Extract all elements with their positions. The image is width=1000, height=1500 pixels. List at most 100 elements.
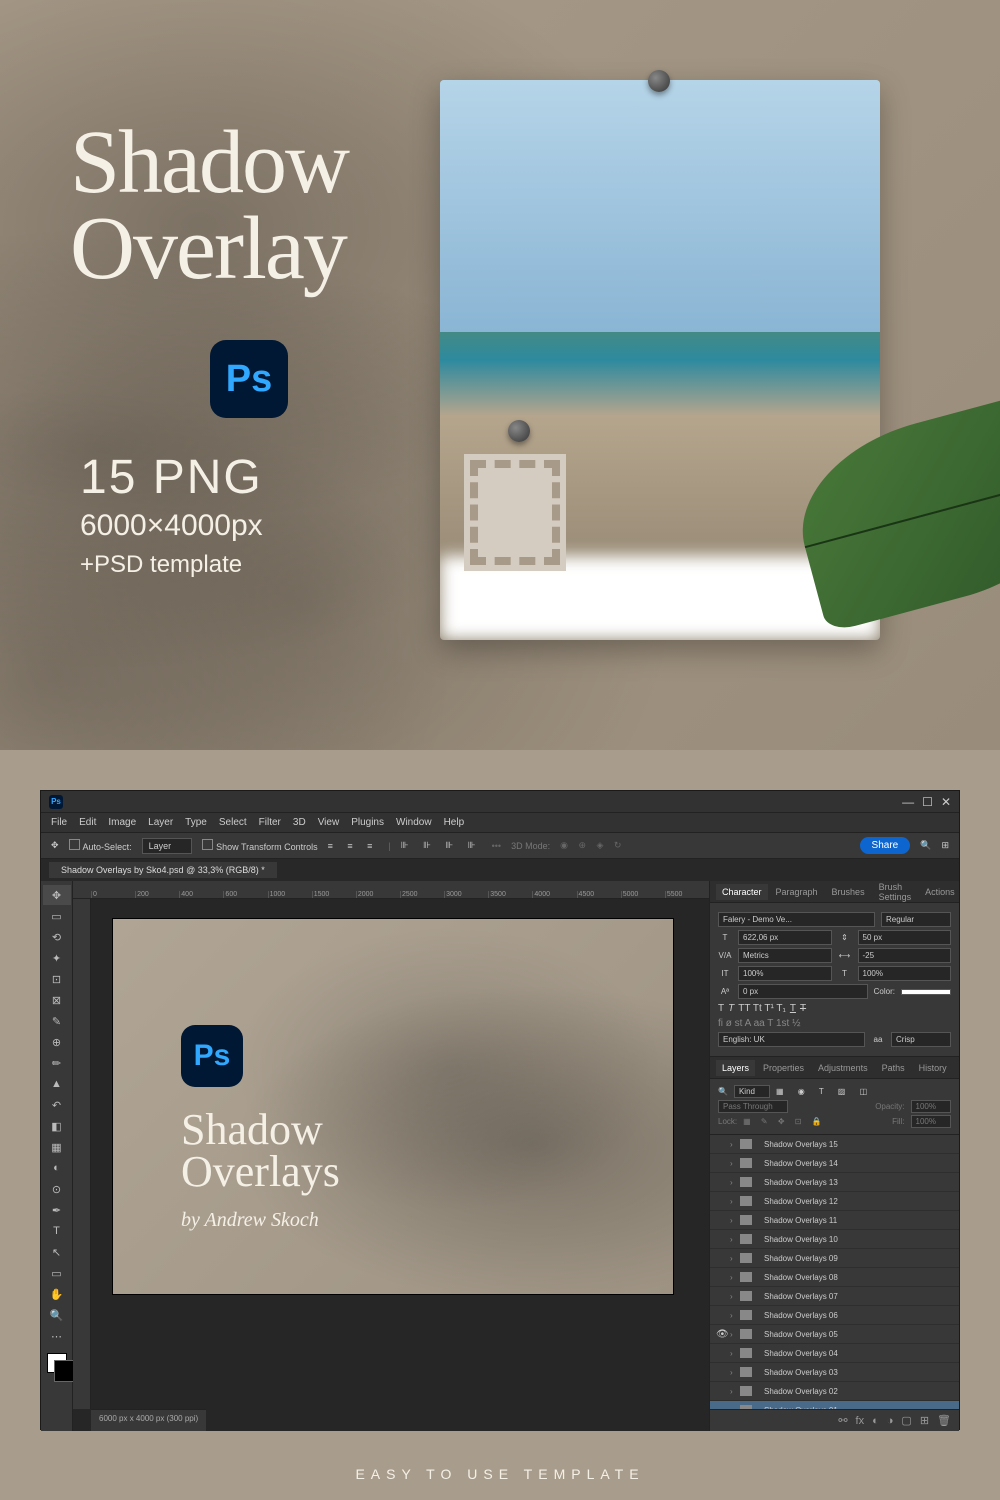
layer-row[interactable]: ›Shadow Overlays 01 bbox=[710, 1401, 959, 1409]
lang-dropdown[interactable]: English: UK bbox=[718, 1032, 865, 1047]
visibility-icon[interactable]: 👁 bbox=[716, 1329, 730, 1340]
share-button[interactable]: Share bbox=[860, 837, 911, 854]
close-button[interactable]: ✕ bbox=[941, 795, 951, 809]
panel-tab[interactable]: Brush Settings bbox=[873, 879, 918, 905]
align-icons[interactable]: ≡ ≡ ≡ bbox=[328, 841, 379, 851]
document-tab[interactable]: Shadow Overlays by Sko4.psd @ 33,3% (RGB… bbox=[49, 862, 277, 878]
font-style-dropdown[interactable]: Regular bbox=[881, 912, 951, 927]
panel-tab[interactable]: Character bbox=[716, 884, 768, 900]
new-layer-icon[interactable]: ⊞ bbox=[920, 1414, 929, 1427]
opentype-icons[interactable]: fi ø st A aa T 1st ½ bbox=[718, 1018, 951, 1029]
blur-tool[interactable]: ◐ bbox=[43, 1158, 71, 1178]
menu-view[interactable]: View bbox=[318, 817, 340, 828]
maximize-button[interactable]: ☐ bbox=[922, 795, 933, 809]
fill-field[interactable]: 100% bbox=[911, 1115, 951, 1128]
hand-tool[interactable]: ✋ bbox=[43, 1284, 71, 1304]
panel-tab[interactable]: Actions bbox=[919, 884, 961, 900]
panel-tab[interactable]: Paragraph bbox=[770, 884, 824, 900]
chevron-icon[interactable]: › bbox=[730, 1292, 740, 1301]
group-icon[interactable]: ▢ bbox=[901, 1414, 911, 1427]
chevron-icon[interactable]: › bbox=[730, 1178, 740, 1187]
distribute-icons[interactable]: ⊪ ⊪ ⊪ ⊪ bbox=[401, 840, 482, 851]
canvas[interactable]: Ps Shadow Overlays by Andrew Skoch bbox=[113, 919, 673, 1294]
wand-tool[interactable]: ✦ bbox=[43, 948, 71, 968]
text-style-icons[interactable]: T T TT Tt T¹ T₁ T T bbox=[718, 1003, 951, 1014]
layer-row[interactable]: 👁›Shadow Overlays 05 bbox=[710, 1325, 959, 1344]
layer-filter-dropdown[interactable]: Kind bbox=[734, 1085, 770, 1098]
more-tools[interactable]: ⋯ bbox=[43, 1326, 71, 1346]
crop-tool[interactable]: ⊡ bbox=[43, 969, 71, 989]
panel-tab[interactable]: Adjustments bbox=[812, 1060, 874, 1076]
filter-icons[interactable]: ▦ ◉ T ▨ ◫ bbox=[776, 1087, 873, 1096]
frame-tool[interactable]: ⊠ bbox=[43, 990, 71, 1010]
font-size-field[interactable]: 622,06 px bbox=[738, 930, 832, 945]
dodge-tool[interactable]: ⊙ bbox=[43, 1179, 71, 1199]
delete-icon[interactable]: 🗑 bbox=[937, 1414, 951, 1427]
panel-tab[interactable]: Layers bbox=[716, 1060, 755, 1076]
brush-tool[interactable]: ✏ bbox=[43, 1053, 71, 1073]
color-picker[interactable] bbox=[901, 989, 951, 995]
pen-tool[interactable]: ✒ bbox=[43, 1200, 71, 1220]
minimize-button[interactable]: — bbox=[902, 795, 914, 809]
chevron-icon[interactable]: › bbox=[730, 1235, 740, 1244]
heal-tool[interactable]: ⊕ bbox=[43, 1032, 71, 1052]
zoom-tool[interactable]: 🔍 bbox=[43, 1305, 71, 1325]
baseline-field[interactable]: 0 px bbox=[738, 984, 868, 999]
shape-tool[interactable]: ▭ bbox=[43, 1263, 71, 1283]
path-tool[interactable]: ↖ bbox=[43, 1242, 71, 1262]
type-tool[interactable]: T bbox=[43, 1221, 71, 1241]
fx-icon[interactable]: fx bbox=[856, 1415, 865, 1427]
history-brush-tool[interactable]: ↶ bbox=[43, 1095, 71, 1115]
layer-row[interactable]: ›Shadow Overlays 12 bbox=[710, 1192, 959, 1211]
menu-type[interactable]: Type bbox=[185, 817, 207, 828]
panel-tab[interactable]: Brushes bbox=[826, 884, 871, 900]
menu-layer[interactable]: Layer bbox=[148, 817, 173, 828]
layer-row[interactable]: ›Shadow Overlays 06 bbox=[710, 1306, 959, 1325]
menu-plugins[interactable]: Plugins bbox=[351, 817, 384, 828]
layer-row[interactable]: ›Shadow Overlays 11 bbox=[710, 1211, 959, 1230]
chevron-icon[interactable]: › bbox=[730, 1311, 740, 1320]
panel-tab[interactable]: Paths bbox=[876, 1060, 911, 1076]
layer-row[interactable]: ›Shadow Overlays 08 bbox=[710, 1268, 959, 1287]
menu-select[interactable]: Select bbox=[219, 817, 247, 828]
chevron-icon[interactable]: › bbox=[730, 1330, 740, 1339]
transform-checkbox[interactable] bbox=[202, 839, 213, 850]
panel-tab[interactable]: Properties bbox=[757, 1060, 810, 1076]
layer-row[interactable]: ›Shadow Overlays 13 bbox=[710, 1173, 959, 1192]
tracking-field[interactable]: -25 bbox=[858, 948, 952, 963]
layer-row[interactable]: ›Shadow Overlays 07 bbox=[710, 1287, 959, 1306]
stamp-tool[interactable]: ▲ bbox=[43, 1074, 71, 1094]
chevron-icon[interactable]: › bbox=[730, 1349, 740, 1358]
layer-row[interactable]: ›Shadow Overlays 15 bbox=[710, 1135, 959, 1154]
layer-row[interactable]: ›Shadow Overlays 14 bbox=[710, 1154, 959, 1173]
move-tool-icon[interactable]: ✥ bbox=[51, 840, 59, 851]
hscale-field[interactable]: 100% bbox=[858, 966, 952, 981]
layer-row[interactable]: ›Shadow Overlays 02 bbox=[710, 1382, 959, 1401]
auto-select-dropdown[interactable]: Layer bbox=[142, 838, 193, 854]
gradient-tool[interactable]: ▦ bbox=[43, 1137, 71, 1157]
font-dropdown[interactable]: Falery - Demo Ve... bbox=[718, 912, 875, 927]
eyedropper-tool[interactable]: ✎ bbox=[43, 1011, 71, 1031]
panel-tab[interactable]: History bbox=[913, 1060, 953, 1076]
move-tool[interactable]: ✥ bbox=[43, 885, 71, 905]
search-icon[interactable]: 🔍 bbox=[920, 840, 931, 851]
chevron-icon[interactable]: › bbox=[730, 1159, 740, 1168]
chevron-icon[interactable]: › bbox=[730, 1368, 740, 1377]
layer-row[interactable]: ›Shadow Overlays 09 bbox=[710, 1249, 959, 1268]
opacity-field[interactable]: 100% bbox=[911, 1100, 951, 1113]
chevron-icon[interactable]: › bbox=[730, 1197, 740, 1206]
eraser-tool[interactable]: ◧ bbox=[43, 1116, 71, 1136]
leading-field[interactable]: 50 px bbox=[858, 930, 952, 945]
chevron-icon[interactable]: › bbox=[730, 1254, 740, 1263]
layer-row[interactable]: ›Shadow Overlays 10 bbox=[710, 1230, 959, 1249]
chevron-icon[interactable]: › bbox=[730, 1216, 740, 1225]
menu-file[interactable]: File bbox=[51, 817, 67, 828]
menu-edit[interactable]: Edit bbox=[79, 817, 96, 828]
color-swatch[interactable] bbox=[47, 1353, 67, 1373]
workspace-icon[interactable]: ⊞ bbox=[941, 840, 949, 851]
menu-image[interactable]: Image bbox=[108, 817, 136, 828]
layer-row[interactable]: ›Shadow Overlays 04 bbox=[710, 1344, 959, 1363]
menu-help[interactable]: Help bbox=[444, 817, 465, 828]
menu-filter[interactable]: Filter bbox=[259, 817, 281, 828]
menu-3d[interactable]: 3D bbox=[293, 817, 306, 828]
